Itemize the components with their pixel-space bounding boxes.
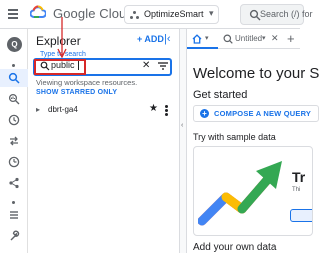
home-icon: [192, 34, 202, 44]
rail-list-icon[interactable]: [0, 206, 28, 224]
collapse-left-icon[interactable]: ‹: [181, 122, 183, 129]
left-rail: Q: [0, 29, 28, 253]
trending-up-illustration-icon: [198, 161, 282, 226]
rail-scheduled-icon[interactable]: [0, 153, 28, 171]
show-starred-button[interactable]: SHOW STARRED ONLY: [36, 89, 117, 96]
close-icon[interactable]: ✕: [142, 60, 150, 71]
chevron-down-icon: ▾: [209, 8, 214, 18]
graph-nodes-icon: [9, 177, 19, 189]
sample-card-subtitle: Thi: [292, 187, 301, 193]
close-icon[interactable]: ✕: [271, 33, 279, 44]
welcome-title: Welcome to your SQ: [193, 65, 320, 82]
bigquery-logo-icon[interactable]: Q: [7, 37, 22, 52]
search-icon: [8, 72, 20, 84]
clock-icon: [8, 114, 20, 126]
filter-icon[interactable]: [158, 62, 168, 70]
rail-history-icon[interactable]: [0, 111, 28, 129]
new-tab-plus-icon[interactable]: +: [287, 31, 295, 46]
chevron-down-icon[interactable]: ▾: [262, 34, 266, 42]
rail-divider-dot: [12, 64, 15, 67]
transfer-icon: [10, 136, 18, 146]
rail-divider-dot: [12, 201, 15, 204]
rail-transfers-icon[interactable]: [0, 132, 28, 150]
rail-admin-icon[interactable]: [0, 227, 28, 245]
global-search-placeholder: Search (/) for: [260, 9, 313, 19]
add-button[interactable]: + ADD: [137, 34, 164, 44]
rail-search-icon[interactable]: [0, 69, 28, 87]
project-icon: [130, 11, 139, 20]
sample-card-button[interactable]: [290, 209, 312, 222]
project-node-label: dbrt-ga4: [48, 105, 78, 114]
try-sample-heading: Try with sample data: [193, 132, 276, 142]
tab-label: Untitled: [235, 34, 263, 43]
project-picker[interactable]: OptimizeSmart ▾: [124, 5, 219, 24]
collapse-panel-icon[interactable]: |‹: [164, 33, 171, 45]
star-icon[interactable]: ★: [149, 103, 158, 114]
tree-row[interactable]: ▸ dbrt-ga4 ★: [28, 103, 179, 119]
list-icon: [10, 211, 18, 219]
compose-label: COMPOSE A NEW QUERY: [214, 109, 312, 118]
wrench-icon: [10, 230, 20, 241]
rail-analysis-icon[interactable]: [0, 90, 28, 108]
magnifier-chart-icon: [8, 93, 20, 105]
annotation-highlight-box: [34, 59, 86, 75]
sample-data-card[interactable]: Tr Thi: [193, 146, 313, 236]
more-vert-icon[interactable]: [165, 105, 169, 116]
google-cloud-logo-icon[interactable]: [30, 5, 46, 18]
compose-new-query-button[interactable]: + COMPOSE A NEW QUERY: [193, 105, 319, 122]
sample-card-title: Tr: [292, 169, 306, 185]
tab-home[interactable]: ▾: [187, 29, 218, 49]
tab-untitled[interactable]: Untitled ▾ ✕: [219, 29, 282, 49]
chevron-right-icon[interactable]: ▸: [36, 105, 40, 114]
editor-pane: ▾ Untitled ▾ ✕ + Welcome to your SQ Get …: [187, 29, 320, 253]
annotation-arrow: [57, 17, 67, 59]
panel-resize-handle[interactable]: ‹: [179, 29, 187, 253]
get-started-heading: Get started: [193, 89, 248, 101]
add-own-data-heading: Add your own data: [193, 242, 277, 253]
global-search-input[interactable]: Search (/) for: [240, 4, 313, 25]
add-circle-icon: +: [200, 109, 209, 118]
viewing-note: Viewing workspace resources.: [36, 78, 138, 87]
rail-dataform-icon[interactable]: [0, 174, 28, 192]
query-icon: [223, 34, 233, 44]
top-bar: Google Cloud OptimizeSmart ▾ Search (/) …: [0, 0, 313, 29]
schedule-icon: [8, 156, 20, 168]
chevron-down-icon[interactable]: ▾: [205, 34, 209, 42]
project-name: OptimizeSmart: [144, 9, 204, 19]
menu-icon[interactable]: [8, 9, 18, 19]
editor-tabs: ▾ Untitled ▾ ✕ +: [187, 29, 300, 49]
